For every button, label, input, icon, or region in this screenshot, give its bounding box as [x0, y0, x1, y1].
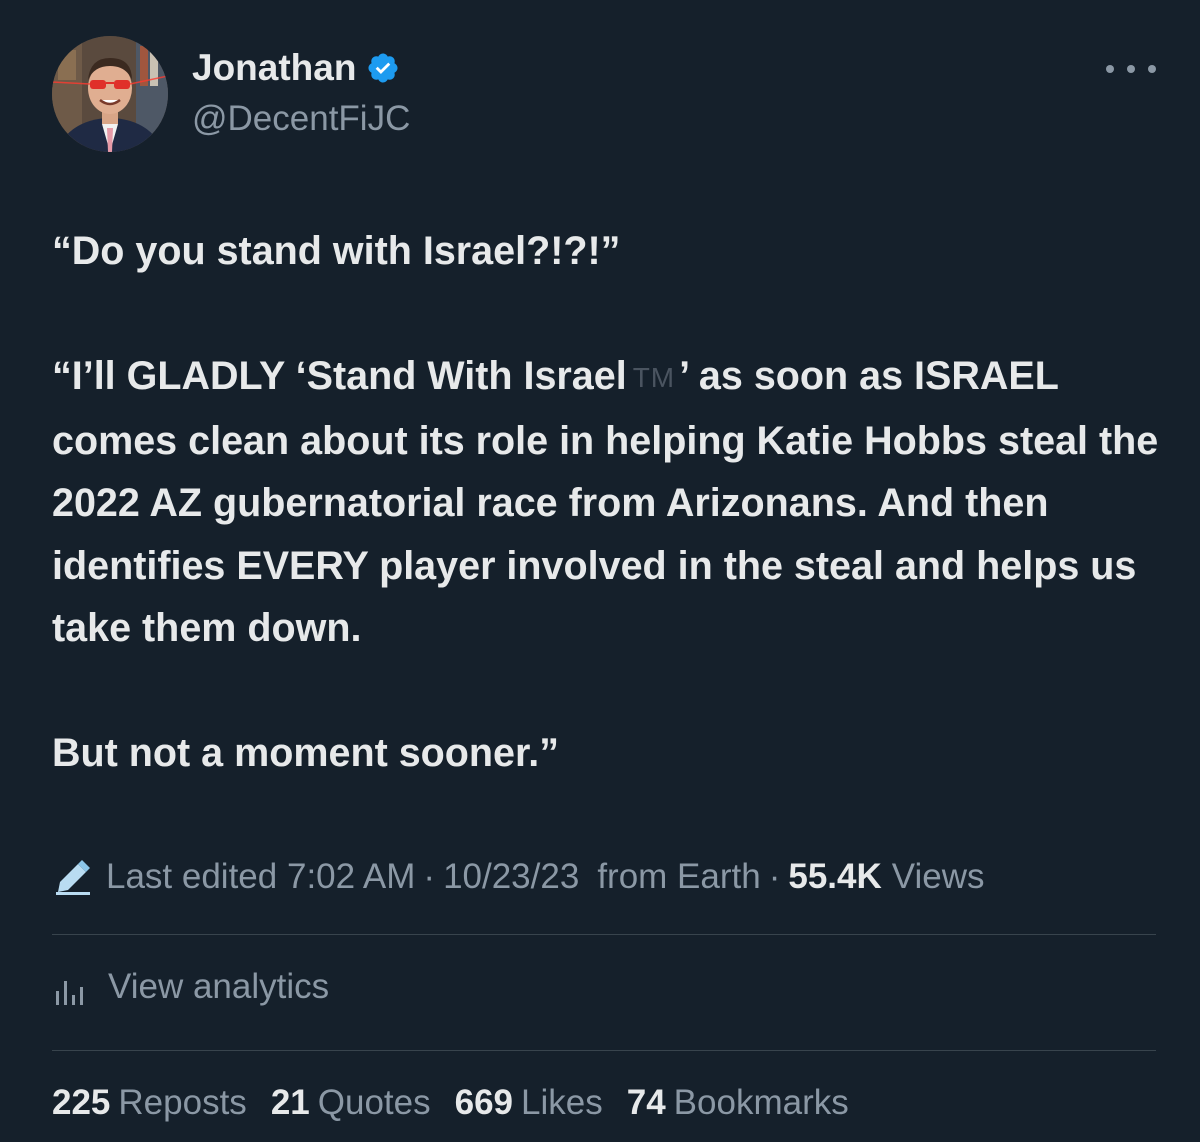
tweet-text-segment: ’ as soon as ISRAEL comes clean about it… — [52, 354, 1159, 650]
tweet-line-closing: But not a moment sooner.” — [52, 731, 559, 775]
verified-badge-icon[interactable] — [366, 51, 400, 85]
divider — [52, 934, 1156, 935]
pencil-icon — [56, 860, 90, 895]
post-source: from Earth — [597, 857, 761, 896]
likes-count: 669 — [454, 1083, 514, 1122]
separator: · — [768, 857, 781, 896]
likes-stat[interactable]: 669 Likes — [455, 1080, 603, 1126]
author-handle[interactable]: @DecentFiJC — [192, 97, 410, 141]
author-name-row[interactable]: Jonathan — [192, 46, 400, 90]
tweet-line-question: “Do you stand with Israel?!?!” — [52, 229, 621, 273]
bar-chart-icon — [56, 981, 83, 1005]
view-analytics-label: View analytics — [108, 967, 330, 1006]
tweet-paragraph-main: “I’ll GLADLY ‘Stand With Israel TM’ as so… — [52, 345, 1162, 660]
divider — [52, 1050, 1156, 1051]
display-name[interactable]: Jonathan — [192, 46, 356, 90]
trademark-symbol: TM — [632, 362, 676, 393]
more-dot-icon — [1106, 65, 1114, 73]
tweet-text: “Do you stand with Israel?!?!” “I’ll GLA… — [52, 220, 1162, 785]
view-analytics-button[interactable]: View analytics — [52, 964, 329, 1010]
post-date[interactable]: 10/23/23 — [443, 854, 579, 900]
views-count: 55.4K — [788, 857, 882, 896]
separator: · — [423, 857, 436, 896]
tweet-text-segment: “I’ll GLADLY ‘Stand With Israel — [52, 354, 627, 398]
edited-time: 7:02 AM — [286, 857, 416, 896]
engagement-stats: 225 Reposts 21 Quotes 669 Likes 74 Bookmarks — [52, 1080, 873, 1126]
edited-label: Last edited — [106, 857, 278, 896]
quotes-count: 21 — [270, 1083, 310, 1122]
reposts-count: 225 — [52, 1083, 111, 1122]
quotes-stat[interactable]: 21 Quotes — [271, 1080, 431, 1126]
reposts-stat[interactable]: 225 Reposts — [52, 1080, 247, 1126]
edit-history-link[interactable]: Last edited 7:02 AM — [106, 854, 415, 900]
tweet-card: Jonathan @DecentFiJC “Do you stand with … — [0, 0, 1200, 1142]
tweet-meta: Last edited 7:02 AM · 10/23/23 from Eart… — [52, 854, 985, 900]
bookmarks-label: Bookmarks — [673, 1083, 849, 1122]
more-dot-icon — [1127, 65, 1135, 73]
reposts-label: Reposts — [118, 1083, 247, 1122]
more-options-button[interactable] — [1106, 54, 1156, 84]
quotes-label: Quotes — [317, 1083, 431, 1122]
bookmarks-stat[interactable]: 74 Bookmarks — [627, 1080, 849, 1126]
avatar-image — [52, 36, 168, 152]
likes-label: Likes — [521, 1083, 603, 1122]
avatar[interactable] — [52, 36, 168, 152]
more-dot-icon — [1148, 65, 1156, 73]
bookmarks-count: 74 — [626, 1083, 666, 1122]
views-label: Views — [891, 857, 985, 896]
